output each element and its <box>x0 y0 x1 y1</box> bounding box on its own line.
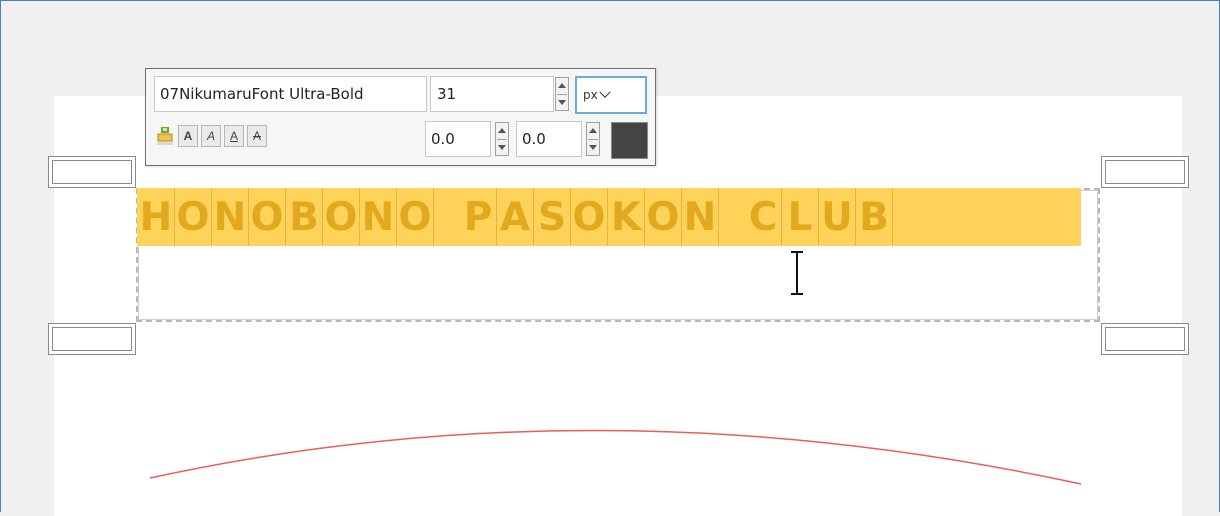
text-glyph: O <box>249 188 286 246</box>
chevron-down-icon <box>599 86 611 98</box>
italic-icon: A <box>206 129 215 143</box>
text-space <box>719 188 745 246</box>
font-name-field[interactable]: 07NikumaruFont Ultra-Bold <box>154 76 427 112</box>
text-glyph: L <box>782 188 819 246</box>
text-glyph: B <box>286 188 323 246</box>
resize-handle-bottom-right[interactable] <box>1101 323 1189 355</box>
offset-x-field[interactable]: 0.0 <box>425 121 491 157</box>
text-glyph: A <box>497 188 534 246</box>
text-glyph: C <box>745 188 782 246</box>
text-glyph: N <box>212 188 249 246</box>
text-glyph: N <box>682 188 719 246</box>
spin-up-icon[interactable] <box>589 128 597 133</box>
resize-handle-bottom-left[interactable] <box>48 323 136 355</box>
text-glyph: O <box>645 188 682 246</box>
spin-down-icon[interactable] <box>558 100 566 105</box>
spinner-divider <box>557 94 567 95</box>
spinner-divider <box>497 139 507 140</box>
offset-x-spinner[interactable] <box>495 122 509 156</box>
underline-icon: A <box>229 129 238 143</box>
spin-up-icon[interactable] <box>558 83 566 88</box>
text-glyph: N <box>360 188 397 246</box>
text-glyph: K <box>608 188 645 246</box>
text-format-toolbar: 07NikumaruFont Ultra-Bold 31 px A A A A … <box>145 68 656 166</box>
text-glyph: O <box>571 188 608 246</box>
text-cursor-icon <box>791 251 803 295</box>
underline-button[interactable]: A <box>224 125 244 147</box>
unit-select[interactable]: px <box>575 76 647 114</box>
strikethrough-button[interactable]: A <box>247 125 267 147</box>
text-glyph: O <box>397 188 434 246</box>
spin-up-icon[interactable] <box>498 128 506 133</box>
text-content: HONOBONOPASOKONCLUB <box>137 188 893 246</box>
text-color-fill-button[interactable] <box>155 125 175 147</box>
text-color-swatch[interactable] <box>611 122 648 159</box>
text-glyph: S <box>534 188 571 246</box>
text-glyph: U <box>819 188 856 246</box>
font-size-field[interactable]: 31 <box>430 76 554 112</box>
text-glyph: H <box>138 188 175 246</box>
font-size-spinner[interactable] <box>555 77 569 111</box>
text-glyph: P <box>460 188 497 246</box>
text-glyph: B <box>856 188 893 246</box>
resize-handle-top-left[interactable] <box>48 156 136 188</box>
selected-text[interactable]: HONOBONOPASOKONCLUB <box>137 188 1081 246</box>
offset-y-spinner[interactable] <box>586 122 600 156</box>
text-glyph: O <box>323 188 360 246</box>
spin-down-icon[interactable] <box>498 145 506 150</box>
spinner-divider <box>588 139 598 140</box>
bold-icon: A <box>183 129 193 143</box>
text-color-fill-icon <box>157 127 173 145</box>
spin-down-icon[interactable] <box>589 145 597 150</box>
offset-y-field[interactable]: 0.0 <box>516 121 582 157</box>
text-glyph: O <box>175 188 212 246</box>
italic-button[interactable]: A <box>201 125 221 147</box>
resize-handle-top-right[interactable] <box>1101 156 1189 188</box>
bold-button[interactable]: A <box>178 125 198 147</box>
text-space <box>434 188 460 246</box>
strikethrough-icon: A <box>252 129 261 143</box>
unit-select-value: px <box>583 88 598 102</box>
